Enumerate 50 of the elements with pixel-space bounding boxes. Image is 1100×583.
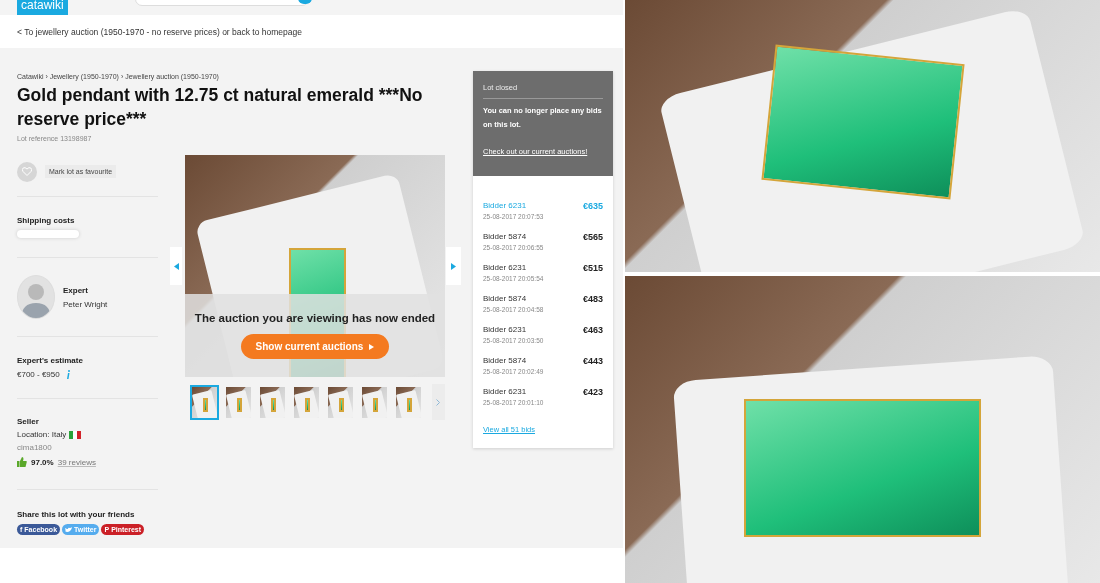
next-button[interactable] [446,247,461,285]
bidder-name: Bidder 6231 [483,387,528,396]
heart-icon [22,167,32,176]
left-triangle-icon [173,262,179,270]
bidder-name: Bidder 5874 [483,232,528,241]
bid-amount: €515 [582,263,603,275]
previous-button[interactable] [170,247,182,285]
thumbnail-button[interactable] [224,384,253,420]
shipping-heading: Shipping costs [17,216,76,225]
avatar-silhouette [17,275,55,319]
expert-label: Expert [63,285,89,295]
share-heading: Share this lot with your friends [17,510,136,519]
thumbnail-button[interactable] [190,384,219,420]
bid-amount: €463 [582,325,603,337]
bidder-name: Bidder 5874 [483,294,528,303]
seller-username[interactable]: cima1800 [17,443,158,452]
seller-location: Location: Italy [17,430,67,439]
seller-heading: Seller [17,417,40,426]
bid-amount: €635 [582,201,603,213]
thumbnail-button[interactable] [292,384,321,420]
estimate-heading: Expert's estimate [17,356,84,365]
thumbnail-button[interactable] [326,384,355,420]
next-thumbnails-button[interactable] [432,384,445,420]
bidder-name: Bidder 6231 [483,325,528,334]
right-triangle-icon [451,262,456,270]
show-auctions-button[interactable]: Show current auctions [240,334,390,359]
bid-amount: €483 [582,294,603,306]
bid-amount: €443 [582,356,603,368]
bidder-name: Bidder 6231 [483,201,528,210]
thumbnail-button[interactable] [360,384,389,420]
flag-icon [69,430,82,439]
bird-icon [65,526,73,533]
bid-amount: €565 [582,232,603,244]
reviews-link[interactable]: 39 reviews [57,457,96,467]
bidder-name: Bidder 5874 [483,356,528,365]
bid-amount: €423 [582,387,603,399]
play-icon [369,343,375,350]
lot-title: Gold pendant with 12.75 ct natural emerald ***No reserve price*** [17,84,424,131]
auction-ended-message: The auction you are viewing has now ended [194,312,436,324]
estimate-value: €700 - €950 [17,370,60,379]
chevron-right-icon [436,398,441,406]
blurred-value [17,230,79,238]
expert-name: Peter Wright [63,299,108,309]
back-link[interactable]: < To jewellery auction (1950-1970 - no reserve prices) or back to homepage [17,26,302,37]
bidder-name: Bidder 6231 [483,263,528,272]
site-logo[interactable]: catawiki [17,0,68,15]
seller-rating: 97.0% [31,457,54,467]
thumbnail-button[interactable] [394,384,423,420]
thumbnail-button[interactable] [258,384,287,420]
thumbs-up-icon [17,457,27,467]
